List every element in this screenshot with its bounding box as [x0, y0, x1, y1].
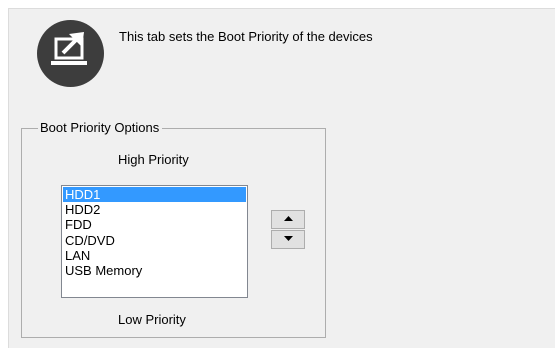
- boot-device-item[interactable]: USB Memory: [63, 263, 246, 278]
- boot-device-item[interactable]: HDD1: [63, 187, 246, 203]
- move-down-button[interactable]: [271, 230, 305, 249]
- move-up-button[interactable]: [271, 210, 305, 229]
- boot-device-item[interactable]: LAN: [63, 248, 246, 263]
- window-background: This tab sets the Boot Priority of the d…: [0, 0, 555, 348]
- high-priority-label: High Priority: [118, 152, 189, 167]
- boot-device-item[interactable]: HDD2: [63, 202, 246, 217]
- boot-device-item[interactable]: CD/DVD: [63, 233, 246, 248]
- groupbox-title: Boot Priority Options: [38, 120, 163, 136]
- laptop-arrow-icon: [37, 20, 104, 87]
- triangle-up-icon: [284, 216, 293, 221]
- tab-description: This tab sets the Boot Priority of the d…: [119, 29, 373, 44]
- boot-device-item[interactable]: FDD: [63, 217, 246, 232]
- boot-order-listbox[interactable]: HDD1 HDD2 FDD CD/DVD LAN USB Memory: [61, 185, 248, 298]
- triangle-down-icon: [284, 236, 293, 241]
- low-priority-label: Low Priority: [118, 312, 186, 327]
